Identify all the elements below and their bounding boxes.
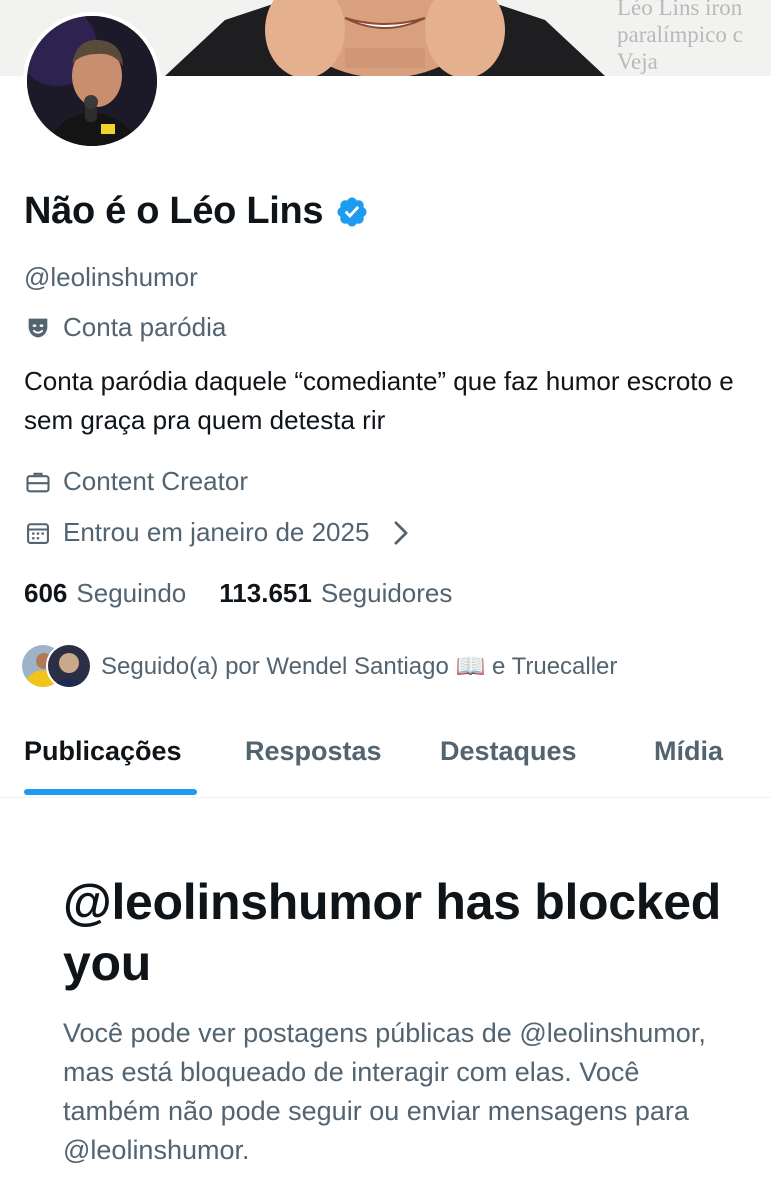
profile-joined-text: Entrou em janeiro de 2025: [63, 517, 370, 547]
followers-link[interactable]: 113.651 Seguidores: [219, 578, 452, 609]
parody-label-text: Conta paródia: [63, 312, 227, 342]
profile-name-row: Não é o Léo Lins: [24, 190, 369, 233]
avatar-image: [27, 16, 157, 146]
briefcase-icon: [26, 472, 50, 492]
banner-caption-line: paralímpico c: [617, 22, 743, 47]
calendar-icon: [27, 522, 49, 544]
following-count: 606: [24, 578, 68, 608]
profile-category-text: Content Creator: [63, 466, 248, 496]
following-label: Seguindo: [76, 578, 187, 608]
followers-label: Seguidores: [320, 578, 453, 608]
followed-by[interactable]: Seguido(a) por Wendel Santiago 📖 e Truec…: [20, 643, 617, 689]
banner-photo: [165, 0, 605, 76]
chevron-right-icon[interactable]: [387, 519, 415, 547]
banner-caption: Léo Lins iron paralímpico c Veja: [617, 0, 771, 75]
profile-stats: 606 Seguindo 113.651 Seguidores: [24, 578, 452, 609]
blocked-notice: @leolinshumor has blocked you Você pode …: [63, 872, 743, 1170]
blocked-description: Você pode ver postagens públicas de @leo…: [63, 1018, 706, 1165]
followers-count: 113.651: [219, 578, 312, 608]
follower-avatar: [46, 643, 92, 689]
profile-joined[interactable]: Entrou em janeiro de 2025: [24, 517, 426, 548]
verified-badge-icon[interactable]: [335, 195, 369, 229]
theater-mask-icon: [28, 318, 48, 337]
profile-category: Content Creator: [24, 466, 248, 497]
display-name: Não é o Léo Lins: [24, 190, 324, 232]
profile-tabs: Publicações Respostas Destaques Mídia: [0, 720, 771, 798]
tab-respostas[interactable]: Respostas: [245, 736, 382, 767]
banner-caption-line: Léo Lins iron: [617, 0, 743, 20]
following-link[interactable]: 606 Seguindo: [24, 578, 186, 609]
profile-avatar[interactable]: [23, 12, 161, 150]
tab-publicacoes[interactable]: Publicações: [24, 736, 182, 767]
active-tab-indicator: [24, 789, 197, 795]
profile-bio: Conta paródia daquele “comediante” que f…: [24, 366, 734, 435]
tab-destaques[interactable]: Destaques: [440, 736, 577, 767]
banner-caption-line: Veja: [617, 49, 658, 74]
parody-label[interactable]: Conta paródia: [24, 312, 226, 343]
blocked-title: @leolinshumor has blocked you: [63, 874, 722, 991]
tab-midia[interactable]: Mídia: [654, 736, 723, 767]
followed-by-text: Seguido(a) por Wendel Santiago 📖 e Truec…: [101, 652, 618, 680]
profile-handle: @leolinshumor: [24, 262, 198, 292]
